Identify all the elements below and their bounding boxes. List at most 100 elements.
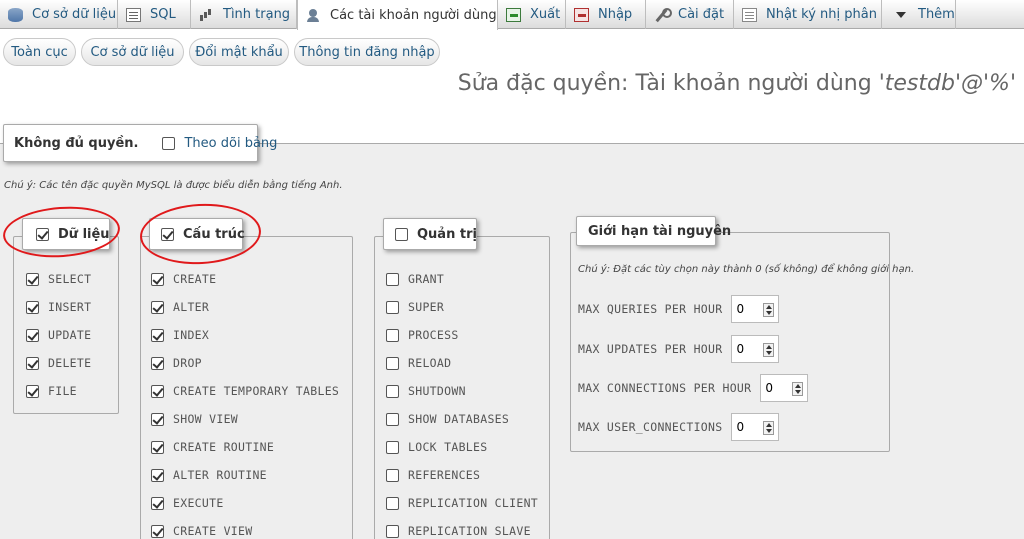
spinner-arrows-icon[interactable] [792,382,804,396]
privilege-checkbox[interactable] [386,356,399,370]
subtab-change-password[interactable]: Đổi mật khẩu [189,38,289,66]
resource-limit-value[interactable] [732,415,763,439]
admin-group-legend[interactable]: Quản trị [383,218,477,250]
privilege-item[interactable]: RELOAD [386,355,451,371]
privilege-item[interactable]: CREATE [151,271,216,287]
subtab-login-information[interactable]: Thông tin đăng nhập [294,38,440,66]
privilege-checkbox[interactable] [151,272,164,286]
sql-icon [126,7,141,22]
privilege-checkbox[interactable] [26,328,39,342]
resource-limit-row: MAX USER_CONNECTIONS [578,413,780,441]
privilege-label: SUPER [408,300,445,314]
privilege-checkbox[interactable] [386,272,399,286]
tab-export[interactable]: Xuất [498,0,566,29]
privilege-item[interactable]: REPLICATION CLIENT [386,495,538,511]
subtab-database[interactable]: Cơ sở dữ liệu [81,38,184,66]
privilege-item[interactable]: CREATE TEMPORARY TABLES [151,383,339,399]
tab-more[interactable]: Thêm [882,0,956,29]
insufficient-privileges-label: Không đủ quyền. [14,135,139,151]
privilege-item[interactable]: SELECT [26,271,91,287]
privilege-label: EXECUTE [173,496,224,510]
log-icon [742,7,757,22]
privilege-item[interactable]: FILE [26,383,77,399]
tab-settings[interactable]: Cài đặt [646,0,734,29]
resource-limit-value[interactable] [761,376,792,400]
privilege-checkbox[interactable] [386,468,399,482]
resource-limit-input[interactable] [760,374,809,402]
privilege-checkbox[interactable] [151,328,164,342]
privilege-item[interactable]: SHOW VIEW [151,411,238,427]
privilege-item[interactable]: DELETE [26,355,91,371]
privilege-item[interactable]: DROP [151,355,202,371]
privilege-checkbox[interactable] [151,384,164,398]
privilege-label: GRANT [408,272,445,286]
privilege-checkbox[interactable] [386,384,399,398]
privilege-item[interactable]: SUPER [386,299,444,315]
track-table-label[interactable]: Theo dõi bảng [184,136,277,151]
data-group-legend[interactable]: Dữ liệu [22,218,110,250]
privilege-item[interactable]: REPLICATION SLAVE [386,523,531,539]
privilege-label: LOCK TABLES [408,440,488,454]
privilege-item[interactable]: CREATE ROUTINE [151,439,274,455]
privilege-item[interactable]: SHOW DATABASES [386,411,509,427]
privilege-item[interactable]: GRANT [386,271,444,287]
privilege-item[interactable]: INDEX [151,327,209,343]
resource-limit-input[interactable] [731,413,780,441]
tab-user-accounts[interactable]: Các tài khoản người dùng [297,0,498,30]
privilege-label: SHUTDOWN [408,384,466,398]
tab-sql[interactable]: SQL [118,0,191,29]
spinner-arrows-icon[interactable] [763,421,775,435]
tab-status[interactable]: Tình trạng [191,0,297,29]
subtab-global[interactable]: Toàn cục [3,38,76,66]
privilege-checkbox[interactable] [151,524,164,538]
privilege-checkbox[interactable] [151,440,164,454]
resource-limit-value[interactable] [732,337,763,361]
resource-limit-value[interactable] [732,297,763,321]
resource-limits-legend: Giới hạn tài nguyên [576,216,731,246]
privilege-item[interactable]: EXECUTE [151,495,224,511]
privilege-item[interactable]: INSERT [26,299,91,315]
resource-limit-row: MAX UPDATES PER HOUR [578,335,780,363]
privilege-checkbox[interactable] [26,272,39,286]
privilege-checkbox[interactable] [151,412,164,426]
structure-group-checkbox[interactable] [161,227,174,241]
privilege-item[interactable]: CREATE VIEW [151,523,252,539]
resource-limit-input[interactable] [731,335,780,363]
privilege-checkbox[interactable] [151,356,164,370]
privilege-checkbox[interactable] [386,412,399,426]
privilege-checkbox[interactable] [151,496,164,510]
data-group-checkbox[interactable] [36,227,49,241]
privilege-label: CREATE TEMPORARY TABLES [173,384,340,398]
privilege-label: DROP [173,356,202,370]
privilege-checkbox[interactable] [386,328,399,342]
tab-import[interactable]: Nhập [566,0,646,29]
spinner-arrows-icon[interactable] [763,303,775,317]
privilege-item[interactable]: REFERENCES [386,467,480,483]
privilege-checkbox[interactable] [26,384,39,398]
resource-limit-label: MAX UPDATES PER HOUR [578,342,723,356]
privilege-checkbox[interactable] [26,300,39,314]
admin-group-checkbox[interactable] [395,227,408,241]
privilege-item[interactable]: UPDATE [26,327,91,343]
privilege-checkbox[interactable] [151,300,164,314]
privilege-item[interactable]: PROCESS [386,327,459,343]
privilege-label: REPLICATION SLAVE [408,524,531,538]
privilege-checkbox[interactable] [386,300,399,314]
track-table-checkbox[interactable] [162,136,176,150]
tab-databases[interactable]: Cơ sở dữ liệu [0,0,118,29]
privilege-checkbox[interactable] [386,496,399,510]
resource-limit-label: MAX QUERIES PER HOUR [578,302,723,316]
privilege-checkbox[interactable] [151,468,164,482]
privilege-checkbox[interactable] [386,524,399,538]
privilege-item[interactable]: ALTER ROUTINE [151,467,267,483]
privilege-label: PROCESS [408,328,459,342]
privilege-item[interactable]: LOCK TABLES [386,439,487,455]
tab-binary-log[interactable]: Nhật ký nhị phân [734,0,882,29]
privilege-item[interactable]: SHUTDOWN [386,383,466,399]
resource-limit-input[interactable] [731,295,780,323]
privilege-checkbox[interactable] [26,356,39,370]
privilege-checkbox[interactable] [386,440,399,454]
spinner-arrows-icon[interactable] [763,343,775,357]
structure-group-legend[interactable]: Cấu trúc [149,218,245,250]
privilege-item[interactable]: ALTER [151,299,209,315]
